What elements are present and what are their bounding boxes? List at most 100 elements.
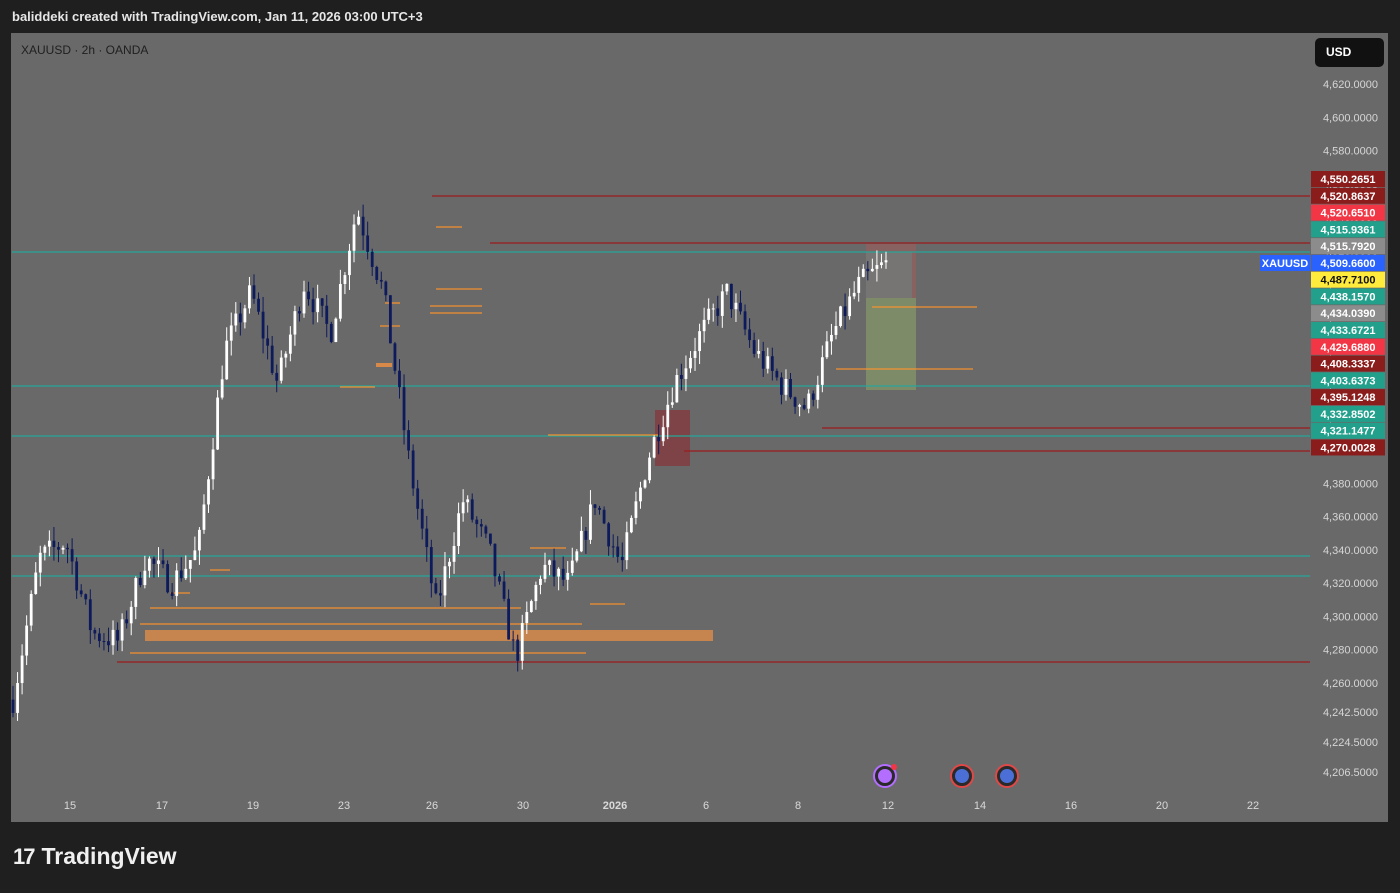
candle-body bbox=[388, 295, 392, 344]
candle-body bbox=[652, 437, 656, 458]
candle-body bbox=[816, 384, 820, 400]
candle-body bbox=[575, 551, 579, 561]
candle-body bbox=[143, 570, 147, 586]
candle-body bbox=[75, 561, 79, 591]
supply-zone bbox=[655, 410, 690, 466]
y-tick-label: 4,580.0000 bbox=[1323, 146, 1378, 158]
candle-body bbox=[25, 625, 29, 656]
y-tick-label: 4,340.0000 bbox=[1323, 545, 1378, 557]
candle-body bbox=[402, 387, 406, 431]
candle-body bbox=[175, 570, 179, 596]
price-tag-label: 4,515.7920 bbox=[1320, 241, 1375, 253]
price-tag-label: 4,509.6600 bbox=[1320, 258, 1375, 270]
candle-body bbox=[416, 488, 420, 509]
candle-body bbox=[770, 356, 774, 371]
candle-body bbox=[611, 546, 615, 548]
candle-body bbox=[679, 375, 683, 379]
candle-body bbox=[166, 564, 169, 593]
candle-body bbox=[457, 513, 460, 546]
tradingview-logo[interactable]: 17 TradingView bbox=[13, 843, 177, 870]
candle-body bbox=[379, 279, 383, 282]
notification-dot bbox=[891, 764, 897, 770]
candle-body bbox=[466, 499, 470, 503]
candle-body bbox=[711, 308, 715, 310]
candle-body bbox=[875, 265, 879, 269]
candle-body bbox=[411, 450, 415, 489]
candle-body bbox=[561, 568, 565, 580]
x-tick-label: 8 bbox=[795, 800, 801, 812]
candle-body bbox=[102, 641, 106, 643]
candle-body bbox=[66, 547, 69, 550]
candle-body bbox=[120, 619, 124, 641]
candle-body bbox=[620, 556, 624, 561]
candle-body bbox=[84, 594, 88, 600]
y-tick-label: 4,242.5000 bbox=[1323, 707, 1378, 719]
candle-body bbox=[357, 216, 360, 225]
candle-body bbox=[338, 283, 342, 319]
price-tag-label: 4,429.6880 bbox=[1320, 342, 1375, 354]
candle-body bbox=[507, 598, 511, 640]
candle-body bbox=[161, 560, 165, 565]
y-tick-label: 4,620.0000 bbox=[1323, 79, 1378, 91]
candle-body bbox=[43, 546, 47, 553]
price-tag-label: 4,550.2651 bbox=[1320, 174, 1375, 186]
candlestick-chart[interactable]: 4,206.5000 4,224.5000 4,242.5000 4,260.0000… bbox=[0, 0, 1400, 893]
candle-body bbox=[557, 568, 561, 577]
candle-body bbox=[448, 561, 451, 567]
x-tick-label: 19 bbox=[247, 800, 259, 812]
candle-body bbox=[129, 606, 133, 624]
candle-body bbox=[316, 298, 320, 313]
candle-body bbox=[739, 302, 742, 312]
x-tick-label: 20 bbox=[1156, 800, 1168, 812]
candle-body bbox=[861, 268, 865, 277]
x-tick-label: 6 bbox=[703, 800, 709, 812]
candle-body bbox=[434, 583, 438, 594]
x-tick-label: 17 bbox=[156, 800, 168, 812]
candle-body bbox=[320, 298, 324, 306]
candle-body bbox=[616, 546, 620, 557]
candle-body bbox=[461, 502, 465, 514]
candle-body bbox=[675, 375, 679, 403]
candle-body bbox=[489, 533, 492, 544]
candle-body bbox=[366, 235, 370, 252]
candle-body bbox=[498, 576, 501, 582]
candle-body bbox=[88, 599, 92, 631]
candle-body bbox=[707, 308, 711, 320]
candle-body bbox=[97, 633, 101, 642]
candle-body bbox=[752, 340, 756, 354]
candle-body bbox=[157, 560, 160, 564]
candle-body bbox=[757, 351, 761, 354]
tv-logo-icon: 17 bbox=[13, 843, 36, 869]
candle-body bbox=[589, 504, 592, 540]
candle-body bbox=[566, 572, 570, 580]
candle-body bbox=[552, 560, 556, 577]
candle-body bbox=[134, 578, 138, 607]
candle-body bbox=[516, 639, 520, 661]
us-flag-icon-inner bbox=[1000, 769, 1014, 783]
x-tick-label: 15 bbox=[64, 800, 76, 812]
price-tag-label: 4,434.0390 bbox=[1320, 308, 1375, 320]
candle-body bbox=[138, 578, 142, 586]
candle-body bbox=[11, 699, 15, 713]
candle-body bbox=[748, 329, 751, 341]
candle-body bbox=[780, 377, 783, 395]
candle-body bbox=[684, 368, 688, 379]
candle-body bbox=[398, 370, 401, 388]
candle-body bbox=[475, 519, 479, 525]
candle-body bbox=[520, 623, 524, 661]
candle-body bbox=[593, 504, 597, 508]
candle-body bbox=[848, 296, 852, 317]
y-tick-label: 4,260.0000 bbox=[1323, 678, 1378, 690]
candle-body bbox=[393, 343, 397, 371]
candle-body bbox=[34, 572, 38, 594]
candle-body bbox=[579, 530, 583, 552]
candle-body bbox=[61, 547, 65, 550]
candle-body bbox=[329, 323, 333, 343]
candle-body bbox=[602, 509, 606, 524]
candle-body bbox=[207, 479, 210, 505]
price-tag-label: 4,332.8502 bbox=[1320, 409, 1375, 421]
candle-body bbox=[798, 405, 802, 407]
candle-body bbox=[634, 501, 638, 518]
candle-body bbox=[570, 560, 574, 573]
candle-body bbox=[325, 305, 329, 324]
